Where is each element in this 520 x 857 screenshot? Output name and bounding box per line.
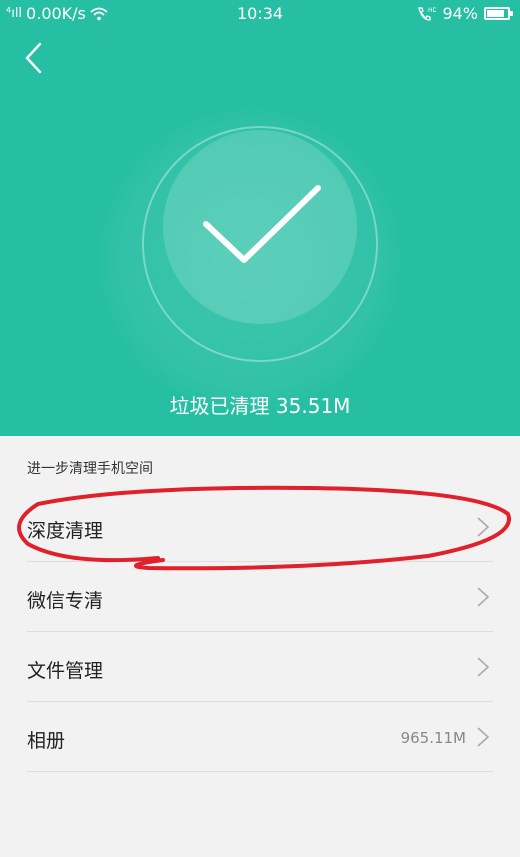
battery-icon	[484, 7, 513, 20]
status-right: HD 94%	[416, 4, 513, 23]
hd-call-icon: HD	[418, 7, 436, 21]
item-label: 微信专清	[27, 590, 104, 612]
clean-result-header: ⁴ıll 0.00K/s 10:34 HD 94% 垃圾已清理 35.51M	[0, 0, 520, 436]
svg-text:HD: HD	[428, 7, 436, 14]
item-value: 965.11M	[400, 729, 466, 747]
section-title: 进一步清理手机空间	[27, 461, 153, 477]
cleaned-summary: 垃圾已清理 35.51M	[169, 394, 351, 418]
list-item-album[interactable]: 相册 965.11M	[0, 702, 520, 772]
battery-percent: 94%	[442, 4, 478, 23]
divider	[27, 771, 493, 772]
chevron-right-icon	[477, 587, 490, 607]
chevron-right-icon	[477, 727, 490, 747]
item-label: 相册	[27, 730, 66, 752]
list-item-wechat-clean[interactable]: 微信专清	[0, 562, 520, 632]
item-label: 文件管理	[27, 660, 104, 682]
back-arrow-icon[interactable]	[16, 40, 52, 76]
list-item-file-manager[interactable]: 文件管理	[0, 632, 520, 702]
status-bar: ⁴ıll 0.00K/s 10:34 HD 94%	[0, 0, 520, 30]
battery-fill	[487, 10, 504, 17]
list-item-deep-clean[interactable]: 深度清理	[0, 492, 520, 562]
cleanup-options-list: 深度清理 微信专清 文件管理 相册 965.11M	[0, 492, 520, 772]
checkmark-icon	[203, 185, 321, 263]
chevron-right-icon	[477, 657, 490, 677]
item-label: 深度清理	[27, 520, 104, 542]
chevron-right-icon	[477, 517, 490, 537]
